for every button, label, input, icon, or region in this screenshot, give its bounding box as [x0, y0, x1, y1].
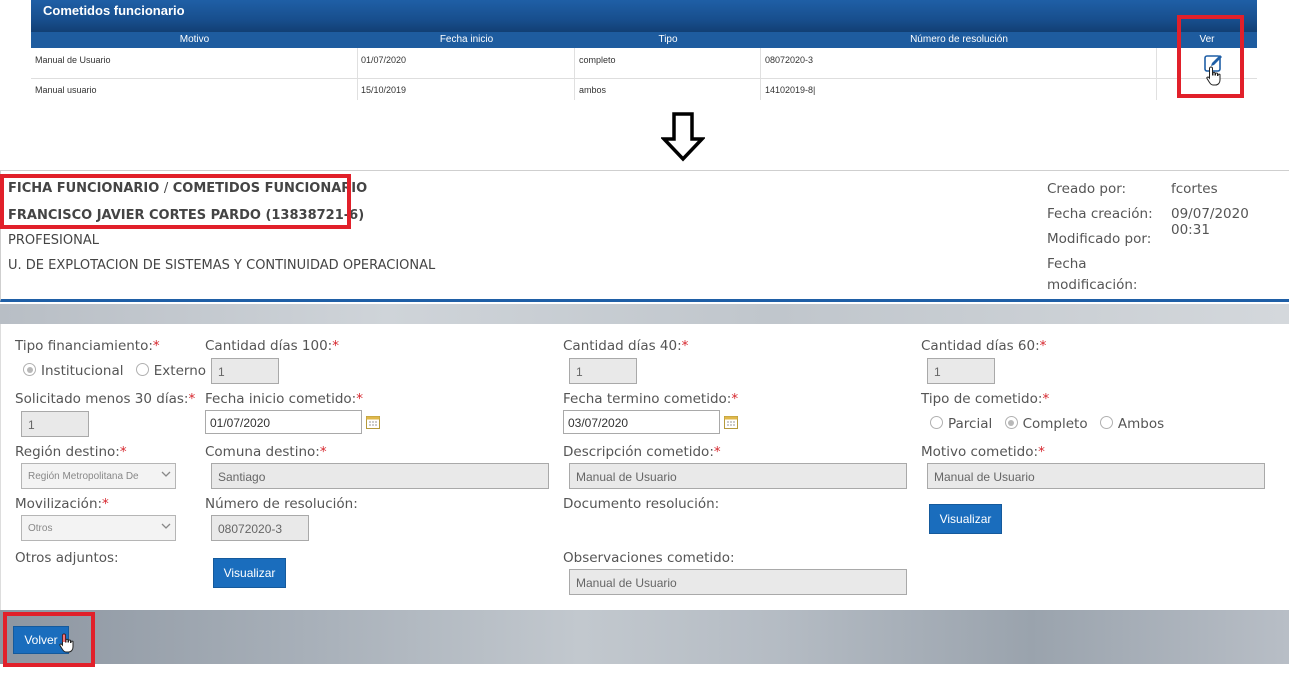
radio-externo[interactable]: Externo: [135, 363, 206, 379]
calendar-icon[interactable]: [366, 415, 380, 429]
chevron-down-icon: [161, 523, 171, 529]
cometidos-table-header: Cometidos funcionario: [31, 0, 1257, 32]
comuna-destino-label: Comuna destino:*: [205, 444, 327, 460]
dias-60-input[interactable]: 1: [927, 358, 995, 384]
fecha-termino-input[interactable]: 03/07/2020: [563, 410, 720, 434]
employee-unit: U. DE EXPLOTACION DE SISTEMAS Y CONTINUI…: [8, 258, 436, 273]
created-by-label: Creado por:: [1047, 181, 1127, 197]
dias-100-input[interactable]: 1: [211, 358, 279, 384]
numero-resolucion-input[interactable]: 08072020-3: [211, 515, 309, 541]
descripcion-label: Descripción cometido:*: [563, 444, 721, 460]
column-fecha-inicio: Fecha inicio: [439, 34, 494, 45]
radio-icon[interactable]: [1099, 416, 1113, 429]
comuna-destino-input[interactable]: Santiago: [211, 463, 549, 489]
movilizacion-label: Movilización:*: [15, 496, 109, 512]
cometidos-table-panel: Cometidos funcionario Motivo Fecha inici…: [31, 0, 1257, 100]
modified-date-label: Fecha: [1047, 256, 1087, 272]
radio-ambos[interactable]: Ambos: [1099, 416, 1164, 432]
movilizacion-value: Otros: [28, 523, 53, 534]
visualizar-adjuntos-button[interactable]: Visualizar: [213, 558, 286, 588]
table-row: Manual de Usuario 01/07/2020 completo 08…: [31, 48, 1257, 86]
cometidos-table-columns: Motivo Fecha inicio Tipo Número de resol…: [31, 32, 1257, 48]
radio-icon[interactable]: [1004, 416, 1018, 429]
radio-icon[interactable]: [135, 363, 149, 376]
radio-institucional[interactable]: Institucional: [23, 363, 123, 379]
solicitado-30-input[interactable]: 1: [21, 411, 89, 437]
radio-completo[interactable]: Completo: [1004, 416, 1088, 432]
cell-fecha-inicio: 15/10/2019: [361, 85, 407, 95]
dias-40-input[interactable]: 1: [569, 358, 637, 384]
highlight-ver-box: [1177, 15, 1244, 98]
cell-tipo: ambos: [579, 85, 607, 95]
region-destino-value: Región Metropolitana De: [28, 471, 139, 482]
movilizacion-select[interactable]: Otros: [21, 515, 176, 541]
observaciones-input[interactable]: Manual de Usuario: [569, 569, 907, 595]
cell-motivo: Manual de Usuario: [35, 55, 111, 65]
modified-by-label: Modificado por:: [1047, 231, 1152, 247]
created-date-value: 09/07/2020 00:31: [1171, 206, 1249, 238]
footer-band: [0, 610, 1289, 664]
employee-position: PROFESIONAL: [8, 233, 99, 248]
descripcion-input[interactable]: Manual de Usuario: [569, 463, 907, 489]
otros-adjuntos-label: Otros adjuntos:: [15, 550, 119, 566]
highlight-header-box: [0, 174, 351, 229]
dias-40-label: Cantidad días 40:*: [563, 338, 689, 354]
decorative-band-top: [0, 304, 1289, 324]
motivo-label: Motivo cometido:*: [921, 444, 1045, 460]
created-by-value: fcortes: [1171, 181, 1218, 197]
documento-resolucion-label: Documento resolución:: [563, 496, 720, 512]
calendar-icon[interactable]: [724, 415, 738, 429]
cometidos-table-title: Cometidos funcionario: [43, 3, 185, 18]
tipo-financiamiento-label: Tipo financiamiento:*: [15, 338, 160, 354]
table-row: Manual usuario 15/10/2019 ambos 14102019…: [31, 78, 1257, 100]
tipo-cometido-label: Tipo de cometido:*: [921, 391, 1050, 407]
region-destino-label: Región destino:*: [15, 444, 127, 460]
radio-icon[interactable]: [23, 363, 36, 376]
cometido-form: Tipo financiamiento:* Institucional Exte…: [0, 324, 1289, 610]
fecha-inicio-input[interactable]: 01/07/2020: [205, 410, 362, 434]
tipo-financiamiento-radios: Institucional Externo: [23, 363, 206, 379]
region-destino-select[interactable]: Región Metropolitana De: [21, 463, 176, 489]
cell-motivo: Manual usuario: [35, 85, 97, 95]
fecha-inicio-label: Fecha inicio cometido:*: [205, 391, 363, 407]
column-numero-resolucion: Número de resolución: [910, 34, 1008, 45]
column-tipo: Tipo: [658, 34, 678, 45]
numero-resolucion-label: Número de resolución:: [205, 496, 358, 512]
solicitado-30-label: Solicitado menos 30 días:*: [15, 391, 196, 407]
fecha-termino-label: Fecha termino cometido:*: [563, 391, 739, 407]
motivo-input[interactable]: Manual de Usuario: [927, 463, 1265, 489]
modified-date-label-cont: modificación:: [1047, 277, 1138, 293]
dias-60-label: Cantidad días 60:*: [921, 338, 1047, 354]
radio-icon[interactable]: [930, 416, 943, 429]
radio-parcial[interactable]: Parcial: [930, 416, 992, 432]
down-arrow-icon: [661, 112, 705, 162]
created-date-label: Fecha creación:: [1047, 206, 1153, 222]
tipo-cometido-radios: Parcial Completo Ambos: [930, 416, 1164, 432]
dias-100-label: Cantidad días 100:*: [205, 338, 339, 354]
highlight-volver-box: [3, 612, 95, 667]
cell-numero-resolucion: 14102019-8|: [765, 85, 816, 95]
visualizar-motivo-button[interactable]: Visualizar: [929, 504, 1002, 534]
column-motivo: Motivo: [179, 34, 210, 45]
cell-tipo: completo: [579, 55, 616, 65]
cell-numero-resolucion: 08072020-3: [765, 55, 814, 65]
cell-fecha-inicio: 01/07/2020: [361, 55, 407, 65]
observaciones-label: Observaciones cometido:: [563, 550, 735, 566]
chevron-down-icon: [161, 469, 171, 479]
